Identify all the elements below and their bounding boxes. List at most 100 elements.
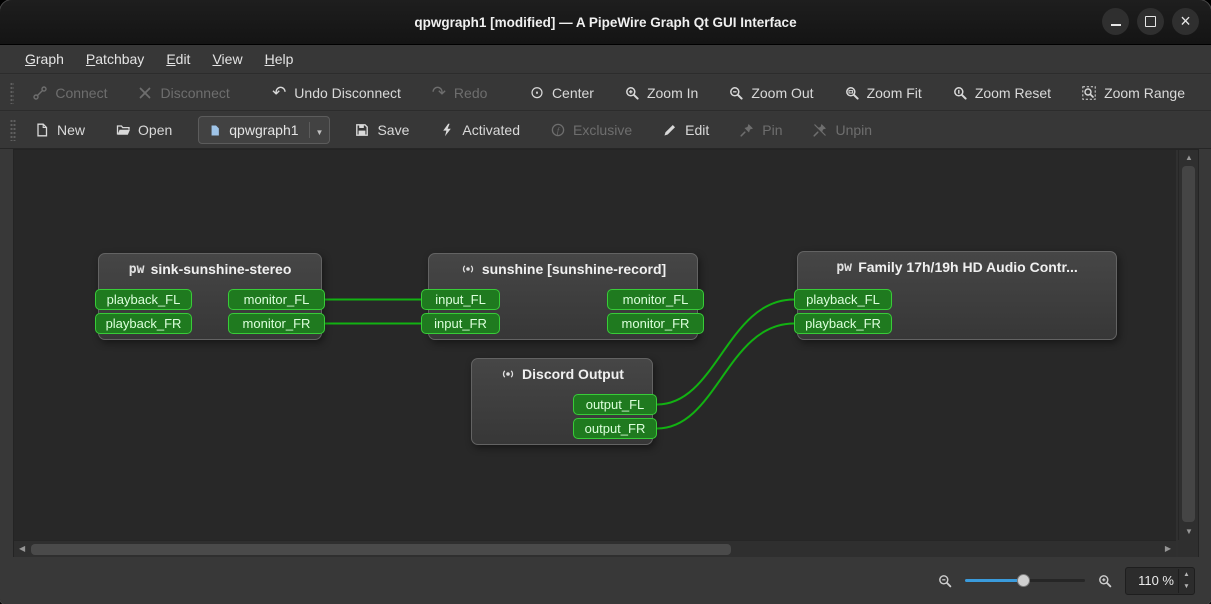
pipewire-icon [129,261,145,277]
menu-patchbay[interactable]: Patchbay [75,47,155,71]
minimize-button[interactable] [1102,8,1129,35]
port-output-fr[interactable]: output_FR [573,418,657,439]
close-button[interactable] [1172,8,1199,35]
port-playback-fl[interactable]: playback_FL [95,289,192,310]
open-button[interactable]: Open [111,117,176,143]
disconnect-button: Disconnect [133,80,233,106]
spin-up-icon[interactable] [1179,569,1194,581]
port-playback-fr[interactable]: playback_FR [95,313,192,334]
save-button[interactable]: Save [350,117,413,143]
redo-label: Redo [453,84,488,101]
patchbay-toolbar: New Open qpwgraph1 Save Activated f Excl… [0,112,1211,149]
node-title: Discord Output [472,366,652,382]
menu-edit[interactable]: Edit [155,47,201,71]
new-file-icon [34,122,50,138]
patchbay-combo[interactable]: qpwgraph1 [198,116,331,144]
zoom-out-label: Zoom Out [751,84,814,101]
node-title: Family 17h/19h HD Audio Contr... [798,259,1116,275]
connection-layer [325,298,795,430]
exclusive-button: f Exclusive [546,117,636,143]
center-label: Center [551,84,594,101]
horizontal-scrollbar[interactable] [14,540,1176,557]
disconnect-icon [137,85,153,101]
zoom-fit-button[interactable]: Zoom Fit [840,80,926,106]
app-window: qpwgraph1 [modified] — A PipeWire Graph … [0,0,1211,604]
port-monitor-fl[interactable]: monitor_FL [607,289,704,310]
zoom-percent-spinbox[interactable]: 110 % [1125,566,1195,595]
horizontal-scrollbar-thumb[interactable] [31,544,731,555]
scroll-up-icon[interactable] [1185,154,1193,162]
undo-disconnect-button[interactable]: Undo Disconnect [267,80,405,106]
vertical-scrollbar[interactable] [1178,150,1198,540]
zoom-slider[interactable] [965,572,1085,589]
new-button[interactable]: New [30,117,89,143]
edit-label: Edit [685,122,710,138]
connect-button: Connect [28,80,111,106]
stream-icon [500,366,516,382]
menu-help[interactable]: Help [254,47,305,71]
toolbar-grip[interactable] [10,81,15,104]
chevron-down-icon [316,122,324,138]
zoom-slider-fill [965,579,1023,582]
spin-down-icon[interactable] [1179,581,1194,593]
node-title: sink-sunshine-stereo [99,261,321,277]
vertical-scrollbar-thumb[interactable] [1182,166,1195,522]
edit-button[interactable]: Edit [658,117,713,143]
maximize-button[interactable] [1137,8,1164,35]
spin-buttons [1178,568,1194,593]
menu-view[interactable]: View [201,47,253,71]
undo-icon [271,85,287,101]
zoom-fit-label: Zoom Fit [866,84,922,101]
scroll-left-icon[interactable] [19,545,25,553]
graph-canvas[interactable]: sink-sunshine-stereo playback_FL playbac… [14,150,1176,540]
disconnect-label: Disconnect [160,84,230,101]
zoom-out-small-icon[interactable] [937,573,953,589]
center-icon [529,85,545,101]
save-label: Save [377,122,410,138]
patchbay-file-icon [207,122,223,138]
menu-graph[interactable]: Graph [14,47,75,71]
port-playback-fl[interactable]: playback_FL [794,289,892,310]
undo-label: Undo Disconnect [294,84,401,101]
graph-view-frame: sink-sunshine-stereo playback_FL playbac… [13,149,1199,558]
port-playback-fr[interactable]: playback_FR [794,313,892,334]
port-monitor-fr[interactable]: monitor_FR [607,313,704,334]
zoom-range-button[interactable]: Zoom Range [1077,80,1189,106]
window-controls [1102,8,1199,35]
zoom-reset-button[interactable]: Zoom Reset [948,80,1055,106]
zoom-percent-value: 110 % [1138,573,1174,588]
zoom-slider-handle[interactable] [1017,574,1030,587]
redo-icon [431,85,447,101]
port-input-fl[interactable]: input_FL [421,289,500,310]
pipewire-icon [836,259,852,275]
titlebar[interactable]: qpwgraph1 [modified] — A PipeWire Graph … [0,0,1211,45]
edit-icon [662,122,678,138]
node-title-text: sink-sunshine-stereo [150,261,292,277]
activated-button[interactable]: Activated [435,117,524,143]
zoom-in-icon [624,85,640,101]
node-title-text: sunshine [sunshine-record] [481,261,667,277]
connect-label: Connect [55,84,108,101]
zoom-out-button[interactable]: Zoom Out [724,80,817,106]
connect-icon [32,85,48,101]
unpin-button: Unpin [808,117,876,143]
zoom-in-label: Zoom In [646,84,699,101]
port-input-fr[interactable]: input_FR [421,313,500,334]
scroll-right-icon[interactable] [1165,545,1171,553]
exclusive-icon: f [550,122,566,138]
zoom-in-button[interactable]: Zoom In [620,80,702,106]
minimize-icon [1110,24,1121,26]
new-label: New [57,122,86,138]
open-folder-icon [115,122,131,138]
center-button[interactable]: Center [525,80,598,106]
statusbar: 110 % [0,557,1211,604]
pin-icon [739,122,755,138]
port-output-fl[interactable]: output_FL [573,394,657,415]
port-monitor-fl[interactable]: monitor_FL [228,289,325,310]
zoom-slider-track [1025,579,1085,582]
maximize-icon [1145,16,1156,27]
port-monitor-fr[interactable]: monitor_FR [228,313,325,334]
scroll-down-icon[interactable] [1185,528,1193,536]
zoom-in-small-icon[interactable] [1097,573,1113,589]
toolbar-grip[interactable] [10,119,16,141]
